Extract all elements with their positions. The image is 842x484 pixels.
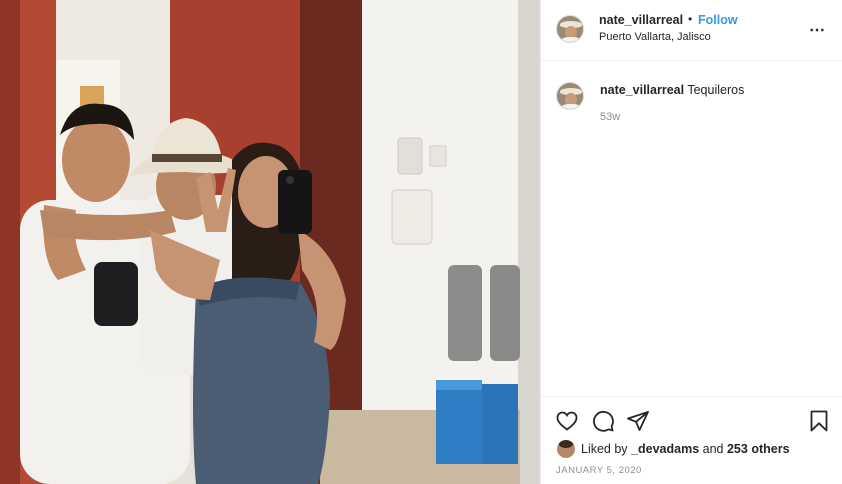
separator-dot: • (688, 12, 693, 26)
caption-age[interactable]: 53w (600, 111, 620, 123)
likes-joiner: and (702, 442, 724, 456)
liker-username[interactable]: _devadams (631, 442, 699, 456)
post-side-panel: nate_villarreal • Follow Puerto Vallarta… (540, 0, 842, 484)
caption-username[interactable]: nate_villarreal (600, 83, 684, 97)
caption-comment: nate_villarreal Tequileros 53w (541, 61, 842, 396)
author-avatar[interactable] (556, 15, 584, 43)
caption-line: nate_villarreal Tequileros (600, 83, 744, 97)
author-username[interactable]: nate_villarreal (599, 13, 683, 27)
bookmark-icon[interactable] (807, 409, 831, 433)
post-location[interactable]: Puerto Vallarta, Jalisco (599, 31, 711, 43)
post-photo[interactable] (0, 0, 540, 484)
post-date[interactable]: JANUARY 5, 2020 (556, 465, 642, 476)
liker-avatar[interactable] (557, 440, 575, 458)
caption-text: Tequileros (687, 83, 745, 97)
caption-avatar[interactable] (556, 82, 584, 110)
photo-scene (0, 0, 540, 484)
comment-icon[interactable] (591, 409, 615, 433)
likes-prefix: Liked by (581, 442, 628, 456)
follow-button[interactable]: Follow (698, 13, 738, 27)
post-header: nate_villarreal • Follow Puerto Vallarta… (541, 0, 842, 61)
likes-summary: Liked by _devadams and 253 others (581, 442, 790, 456)
likes-others-link[interactable]: 253 others (727, 442, 790, 456)
more-options-icon[interactable]: ⋯ (809, 20, 826, 40)
heart-icon[interactable] (555, 409, 579, 433)
post-actions: Liked by _devadams and 253 others JANUAR… (541, 396, 842, 484)
share-icon[interactable] (626, 409, 650, 433)
